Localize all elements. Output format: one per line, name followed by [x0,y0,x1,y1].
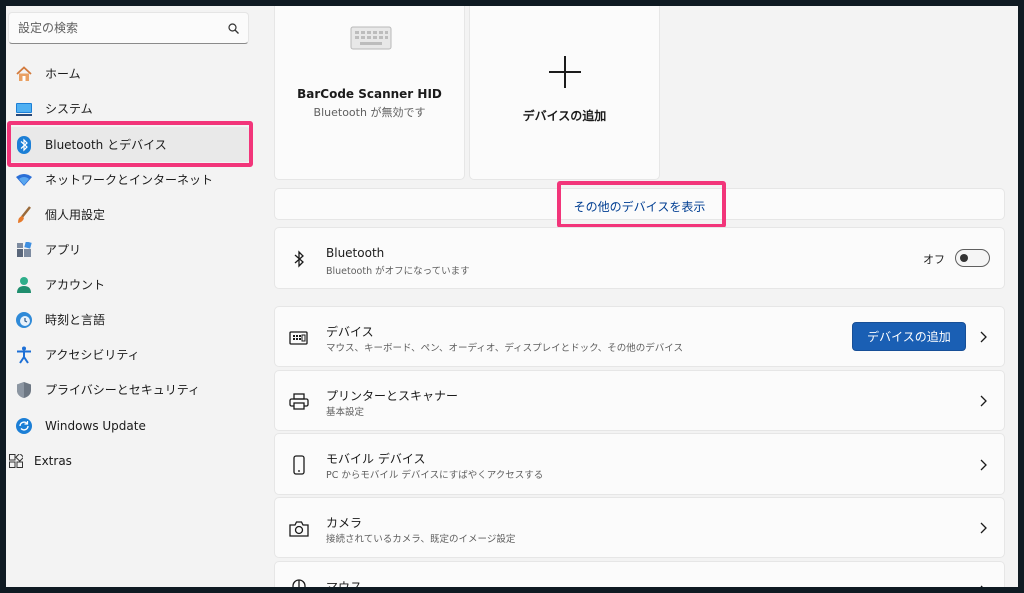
chevron-right-icon [980,331,987,343]
mobile-devices-title: モバイル デバイス [326,452,426,466]
accessibility-icon [14,345,34,365]
chevron-right-icon [980,459,987,471]
device-tile-status: Bluetooth が無効です [313,106,426,119]
sidebar-item-label: 時刻と言語 [45,313,106,327]
keyboard-icon [350,26,392,50]
sidebar-item-privacy[interactable]: プライバシーとセキュリティ [6,372,250,407]
sidebar-item-home[interactable]: ホーム [6,56,250,91]
devices-title: デバイス [326,325,374,339]
monitor-icon [14,99,34,119]
printer-icon [288,391,310,413]
phone-icon [288,454,310,476]
plus-icon [549,56,581,88]
bluetooth-title: Bluetooth [326,246,385,260]
search-icon [228,23,239,34]
mobile-devices-row[interactable]: モバイル デバイス PC からモバイル デバイスにすばやくアクセスする [274,433,1005,495]
devices-icon [288,327,310,349]
printers-scanners-row[interactable]: プリンターとスキャナー 基本設定 [274,370,1005,431]
brush-icon [14,205,34,225]
shield-icon [14,380,34,400]
camera-icon [288,518,310,540]
bluetooth-status: Bluetooth がオフになっています [326,266,470,277]
home-icon [14,64,34,84]
search-box[interactable] [8,12,249,44]
mobile-devices-description: PC からモバイル デバイスにすばやくアクセスする [326,470,544,481]
sidebar-item-label: アクセシビリティ [45,348,140,362]
sidebar-item-extras[interactable]: Extras [6,443,250,478]
sidebar-item-label: プライバシーとセキュリティ [45,383,201,397]
toggle-knob [960,254,968,262]
sidebar-item-label: アカウント [45,278,106,292]
sidebar-item-label: 個人用設定 [45,208,106,222]
update-icon [14,416,34,436]
sidebar-item-label: ホーム [45,67,81,81]
printers-description: 基本設定 [326,407,365,418]
chevron-right-icon [980,585,983,587]
sidebar-item-label: ネットワークとインターネット [45,173,214,187]
bluetooth-setting-row: Bluetooth Bluetooth がオフになっています オフ [274,227,1005,289]
camera-description: 接続されているカメラ、既定のイメージ設定 [326,534,516,545]
sidebar-item-apps[interactable]: アプリ [6,232,250,267]
add-device-button[interactable]: デバイスの追加 [852,322,966,351]
sidebar-item-network[interactable]: ネットワークとインターネット [6,162,250,197]
devices-description: マウス、キーボード、ペン、オーディオ、ディスプレイとドック、その他のデバイス [326,343,684,354]
chevron-right-icon [980,395,987,407]
printers-title: プリンターとスキャナー [326,389,459,403]
mouse-title: マウス [326,580,363,587]
search-input[interactable] [9,13,209,43]
device-tile-title: BarCode Scanner HID [297,87,442,101]
sidebar-item-windows-update[interactable]: Windows Update [6,408,250,443]
wifi-icon [14,170,34,190]
chevron-right-icon [980,522,987,534]
camera-title: カメラ [326,516,363,530]
sidebar-item-label: システム [45,102,93,116]
add-device-tile[interactable]: デバイスの追加 [469,6,660,180]
add-device-tile-label: デバイスの追加 [522,109,607,123]
bluetooth-icon [288,248,310,270]
sidebar-item-label: アプリ [45,243,82,257]
highlight-box-show-more [557,181,726,228]
extras-icon [6,451,26,471]
sidebar-item-accessibility[interactable]: アクセシビリティ [6,337,250,372]
device-tile-barcode-scanner[interactable]: BarCode Scanner HID Bluetooth が無効です [274,6,465,180]
mouse-icon [288,578,310,587]
sidebar-item-personalization[interactable]: 個人用設定 [6,197,250,232]
bluetooth-toggle-label: オフ [923,253,945,266]
camera-row[interactable]: カメラ 接続されているカメラ、既定のイメージ設定 [274,497,1005,558]
globe-clock-icon [14,310,34,330]
sidebar-item-label: Windows Update [45,418,146,433]
highlight-box-bluetooth [7,121,253,167]
sidebar-item-accounts[interactable]: アカウント [6,267,250,302]
sidebar-item-time-language[interactable]: 時刻と言語 [6,302,250,337]
apps-icon [14,240,34,260]
mouse-row[interactable]: マウス [274,561,1005,587]
bluetooth-toggle[interactable] [955,249,990,267]
settings-window: ホーム システム Bluetooth とデバイス ネットワークとインターネット … [6,6,1018,587]
sidebar-item-label: Extras [34,453,72,468]
person-icon [14,275,34,295]
devices-row[interactable]: デバイス マウス、キーボード、ペン、オーディオ、ディスプレイとドック、その他のデ… [274,306,1005,367]
